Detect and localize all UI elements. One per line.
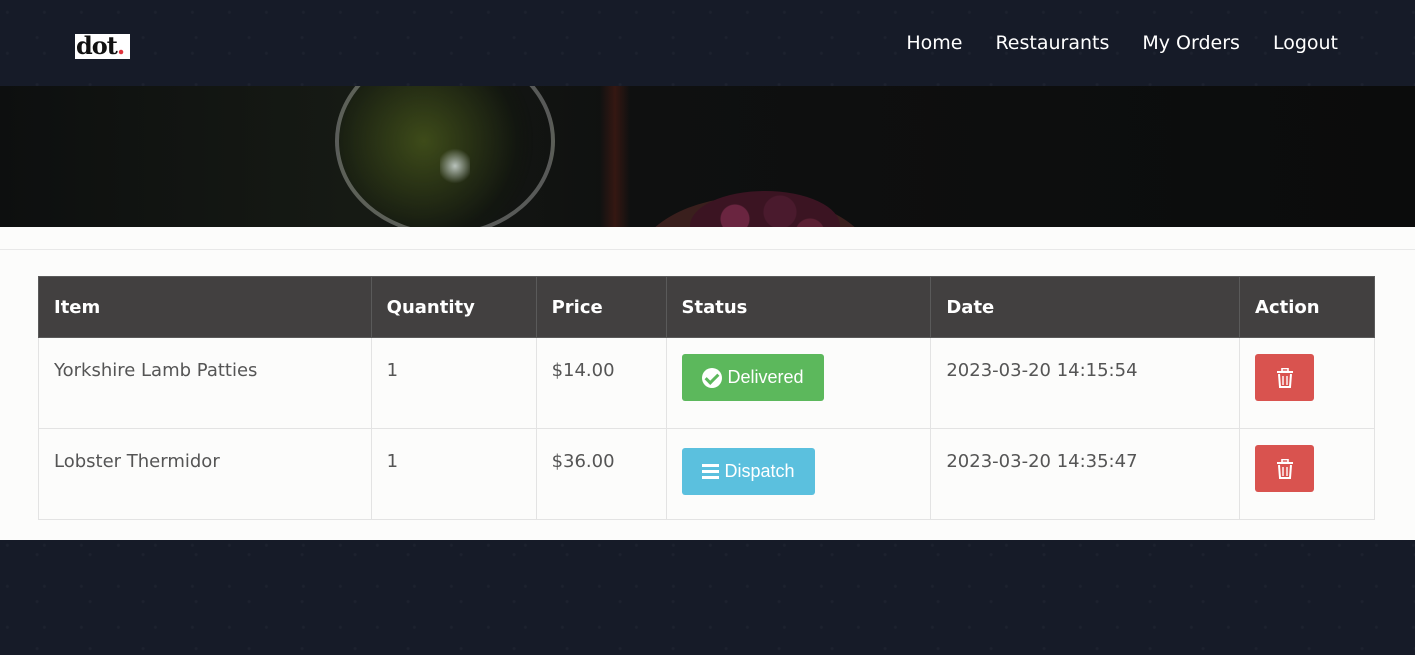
table-header-row: Item Quantity Price Status Date Action: [38, 276, 1375, 338]
logo-dot: .: [116, 31, 125, 60]
orders-section: Item Quantity Price Status Date Action Y…: [0, 227, 1415, 540]
logo-text: dot: [76, 31, 118, 60]
header-quantity: Quantity: [370, 276, 537, 338]
status-delivered-button[interactable]: Delivered: [681, 354, 824, 401]
trash-icon: [1276, 367, 1293, 388]
bars-icon: [701, 464, 719, 479]
status-label: Dispatch: [724, 461, 795, 481]
hero-banner-image: [0, 86, 1415, 227]
header-action: Action: [1239, 276, 1375, 338]
cell-price: $14.00: [535, 337, 667, 429]
cell-status: Dispatch: [665, 428, 932, 520]
cell-status: Delivered: [665, 337, 932, 429]
delete-order-button[interactable]: [1255, 445, 1315, 492]
trash-icon: [1276, 458, 1293, 479]
nav-restaurants[interactable]: Restaurants: [995, 32, 1109, 54]
header-price: Price: [535, 276, 667, 338]
cell-item: Lobster Thermidor: [38, 428, 372, 520]
table-row: Yorkshire Lamb Patties 1 $14.00 Delivere…: [38, 337, 1375, 429]
cell-quantity: 1: [370, 428, 537, 520]
glass-highlight: [440, 146, 470, 186]
orders-table: Item Quantity Price Status Date Action Y…: [38, 276, 1375, 520]
brand-logo[interactable]: dot.: [75, 34, 130, 59]
status-dispatch-button[interactable]: Dispatch: [681, 448, 815, 495]
nav-menu: Home Restaurants My Orders Logout: [906, 32, 1338, 54]
divider: [0, 249, 1415, 250]
header-date: Date: [930, 276, 1241, 338]
cell-action: [1239, 337, 1375, 429]
delete-order-button[interactable]: [1255, 354, 1315, 401]
navbar: dot. Home Restaurants My Orders Logout: [0, 0, 1415, 86]
cell-quantity: 1: [370, 337, 537, 429]
cell-price: $36.00: [535, 428, 667, 520]
table-row: Lobster Thermidor 1 $36.00 Dispatch 2023…: [38, 428, 1375, 520]
cell-date: 2023-03-20 14:35:47: [930, 428, 1241, 520]
nav-logout[interactable]: Logout: [1273, 32, 1338, 54]
nav-home[interactable]: Home: [906, 32, 962, 54]
check-circle-icon: [701, 367, 722, 388]
status-label: Delivered: [727, 367, 804, 387]
header-status: Status: [665, 276, 932, 338]
header-item: Item: [38, 276, 372, 338]
candle-glow: [600, 86, 630, 227]
cell-date: 2023-03-20 14:15:54: [930, 337, 1241, 429]
cell-action: [1239, 428, 1375, 520]
cell-item: Yorkshire Lamb Patties: [38, 337, 372, 429]
nav-my-orders[interactable]: My Orders: [1142, 32, 1240, 54]
cake-berries: [690, 191, 840, 227]
